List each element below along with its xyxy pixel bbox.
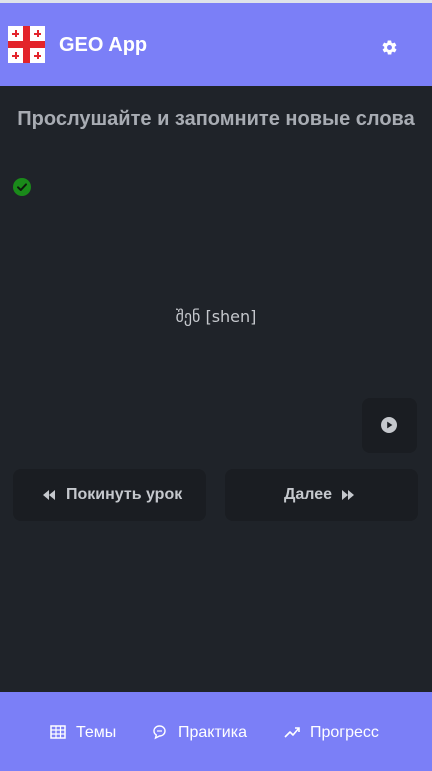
lesson-heading: Прослушайте и запомните новые слова [17, 108, 415, 130]
tab-progress[interactable]: Прогресс [284, 722, 384, 742]
play-audio-button[interactable] [362, 398, 417, 453]
tab-practice[interactable]: Практика [152, 722, 252, 742]
trend-up-icon [284, 727, 300, 738]
georgian-flag-icon [8, 26, 45, 63]
word-display: შენ [shen] [175, 307, 257, 326]
leave-lesson-label: Покинуть урок [66, 486, 183, 503]
table-icon [50, 725, 66, 739]
next-label: Далее [284, 486, 333, 503]
next-button[interactable]: Далее [225, 469, 418, 521]
forward-icon [342, 490, 354, 500]
backward-icon [43, 490, 55, 500]
check-circle-icon [13, 178, 31, 196]
tab-topics[interactable]: Темы [50, 722, 120, 742]
app-header: GEO App [0, 3, 432, 86]
bottom-nav: Темы Практика Прогресс [0, 692, 432, 771]
tab-practice-label: Практика [178, 724, 247, 741]
app-root: GEO App Прослушайте и запомните новые сл… [0, 0, 432, 771]
play-circle-icon [381, 417, 397, 433]
tab-progress-label: Прогресс [310, 724, 379, 741]
leave-lesson-button[interactable]: Покинуть урок [13, 469, 206, 521]
gear-icon[interactable] [381, 39, 398, 56]
chat-icon [153, 725, 166, 740]
tab-topics-label: Темы [76, 724, 117, 741]
app-title: GEO App [59, 34, 148, 56]
